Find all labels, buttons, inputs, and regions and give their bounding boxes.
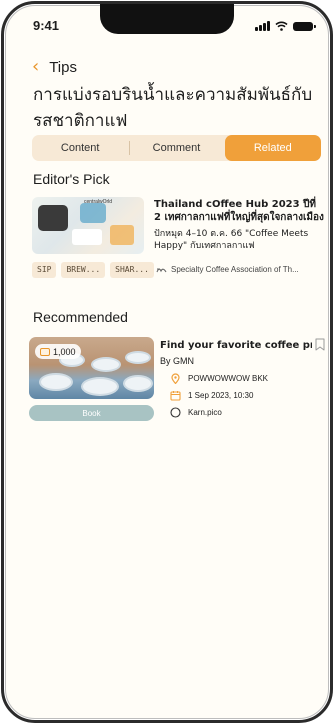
signal-icon [255, 21, 270, 31]
tab-comment[interactable]: Comment [128, 135, 224, 161]
event-location-row: POWWOWWOW BKK [170, 373, 268, 384]
editors-pick-title[interactable]: Thailand cOffee Hub 2023 ปีที่ 2 เทศกาลก… [154, 198, 324, 224]
book-button[interactable]: Book [29, 405, 154, 421]
editors-pick-heading: Editor's Pick [33, 171, 110, 187]
tab-bar: Content Comment Related [32, 135, 321, 161]
tab-content[interactable]: Content [32, 135, 128, 161]
thumbnail-brand-text: centralwOrld [84, 199, 113, 205]
recommended-heading: Recommended [33, 309, 128, 325]
tag-chip[interactable]: SHAR... [110, 262, 154, 278]
price-value: 1,000 [53, 346, 76, 357]
editors-pick-thumbnail[interactable]: centralwOrld [32, 197, 144, 254]
event-host: Karn.pico [188, 408, 222, 417]
tab-related[interactable]: Related [224, 135, 321, 161]
organization-logo-icon [156, 268, 167, 272]
bookmark-icon[interactable] [315, 338, 325, 351]
event-location: POWWOWWOW BKK [188, 374, 268, 383]
back-label: Tips [49, 58, 77, 76]
tab-divider [129, 141, 130, 155]
event-photo[interactable]: 1,000 [29, 337, 154, 399]
battery-icon [293, 21, 316, 31]
page-title: การแบ่งรอบรินน้ำและความสัมพันธ์กับรสชาติ… [33, 85, 313, 131]
calendar-icon [170, 391, 181, 401]
phone-frame: 9:41 ‹ Tips การแบ่งรอบรินน้ำและความสัมพั… [0, 0, 334, 724]
event-host-row: Karn.pico [170, 407, 222, 418]
event-organizer: By GMN [160, 356, 195, 366]
editors-pick-tags: SIP BREW... SHAR... [32, 262, 154, 278]
event-date: 1 Sep 2023, 10:30 [188, 391, 254, 400]
source-name: Specialty Coffee Association of Th... [171, 265, 299, 274]
editors-pick-source[interactable]: Specialty Coffee Association of Th... [156, 265, 321, 274]
event-title[interactable]: Find your favorite coffee profile [160, 340, 312, 351]
host-avatar-icon [170, 407, 181, 418]
coin-icon [40, 347, 50, 356]
status-icons [255, 21, 316, 31]
wifi-icon [275, 21, 288, 31]
price-badge: 1,000 [35, 344, 81, 359]
back-button[interactable]: ‹ Tips [32, 58, 77, 76]
location-pin-icon [171, 373, 180, 384]
editors-pick-description: ปักหมุด 4–10 ต.ค. 66 "Coffee Meets Happy… [154, 229, 309, 251]
tag-chip[interactable]: SIP [32, 262, 57, 278]
chevron-left-icon: ‹ [32, 56, 40, 77]
event-date-row: 1 Sep 2023, 10:30 [170, 390, 253, 401]
notch [100, 4, 234, 34]
status-time: 9:41 [33, 18, 60, 33]
tag-chip[interactable]: BREW... [61, 262, 106, 278]
